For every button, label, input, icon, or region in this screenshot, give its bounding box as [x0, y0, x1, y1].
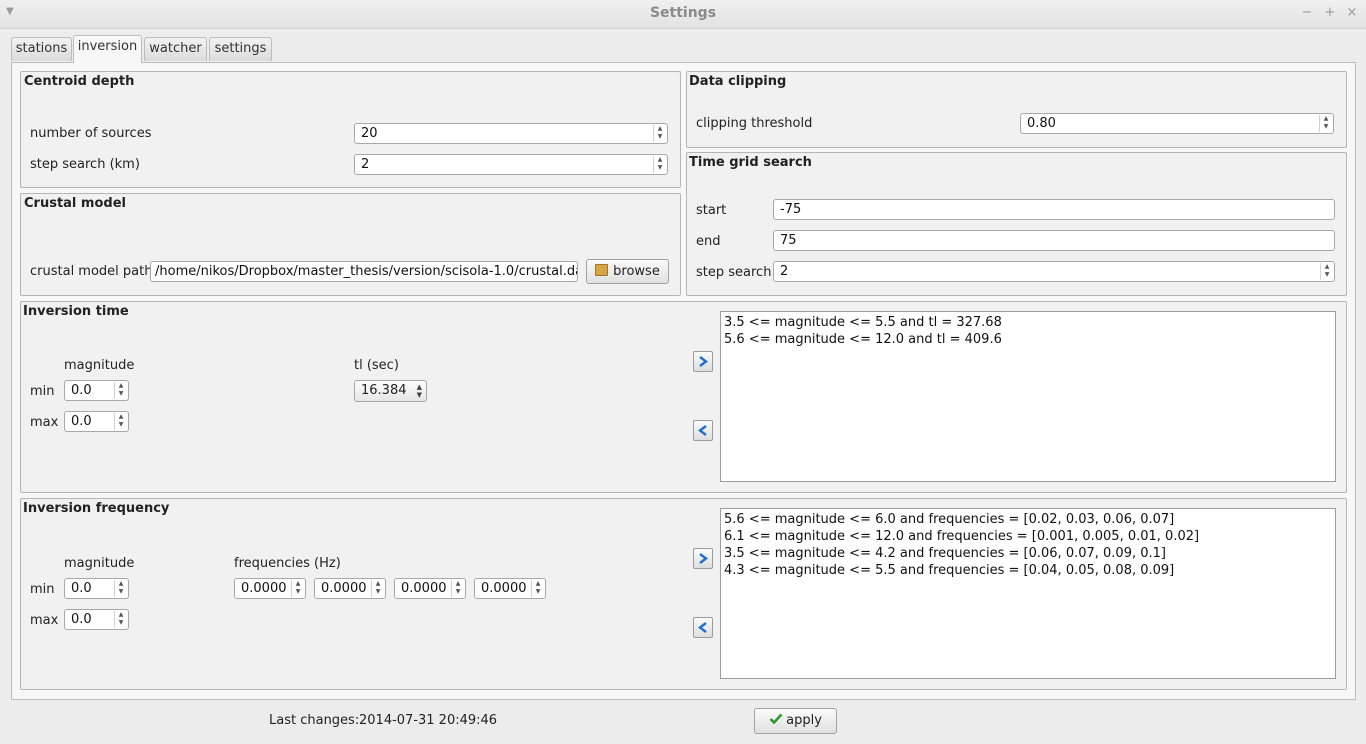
frequency-2-value: 0.0000 [321, 581, 367, 596]
freq-magnitude-min-value: 0.0 [71, 581, 92, 596]
crustal-model-path-label: crustal model path [30, 264, 153, 279]
spin-arrows-icon[interactable]: ▲ ▼ [451, 580, 464, 597]
add-frequency-rule-button[interactable] [693, 548, 713, 569]
time-grid-search-title: Time grid search [689, 155, 812, 170]
spin-arrows-icon[interactable]: ▲ ▼ [114, 611, 127, 628]
list-item[interactable]: 4.3 <= magnitude <= 5.5 and frequencies … [724, 562, 1332, 579]
arrow-left-icon [698, 622, 707, 633]
crustal-model-title: Crustal model [24, 196, 126, 211]
frequency-4-spinbox[interactable]: 0.0000 ▲ ▼ [474, 578, 546, 599]
browse-label: browse [613, 264, 660, 279]
arrow-right-icon [699, 553, 708, 564]
tab-inversion[interactable]: inversion [73, 35, 142, 63]
frequency-1-value: 0.0000 [241, 581, 287, 596]
checkmark-icon [769, 713, 783, 725]
min-label: min [30, 582, 55, 597]
arrow-left-icon [698, 425, 707, 436]
frequency-2-spinbox[interactable]: 0.0000 ▲ ▼ [314, 578, 386, 599]
list-item[interactable]: 6.1 <= magnitude <= 12.0 and frequencies… [724, 528, 1332, 545]
max-label: max [30, 613, 59, 628]
remove-time-rule-button[interactable] [693, 420, 713, 441]
list-item[interactable]: 3.5 <= magnitude <= 5.5 and tl = 327.68 [724, 314, 1332, 331]
magnitude-label: magnitude [64, 556, 135, 571]
tab-settings[interactable]: settings [209, 37, 272, 61]
clipping-threshold-label: clipping threshold [696, 116, 813, 131]
data-clipping-title: Data clipping [689, 74, 787, 89]
frequency-4-value: 0.0000 [481, 581, 527, 596]
freq-magnitude-max-value: 0.0 [71, 612, 92, 627]
magnitude-max-value: 0.0 [71, 414, 92, 429]
list-item[interactable]: 5.6 <= magnitude <= 6.0 and frequencies … [724, 511, 1332, 528]
tab-stations[interactable]: stations [11, 37, 72, 61]
end-label: end [696, 234, 721, 249]
start-label: start [696, 203, 727, 218]
spin-arrows-icon[interactable]: ▲ ▼ [114, 580, 127, 597]
combo-arrows-icon: ▲ ▼ [416, 383, 422, 399]
spin-arrows-icon[interactable]: ▲ ▼ [531, 580, 544, 597]
list-item[interactable]: 3.5 <= magnitude <= 4.2 and frequencies … [724, 545, 1332, 562]
inversion-frequency-rules-list[interactable]: 5.6 <= magnitude <= 6.0 and frequencies … [720, 508, 1336, 679]
spin-arrows-icon[interactable]: ▲ ▼ [114, 413, 127, 430]
apply-button[interactable]: apply [754, 708, 837, 734]
close-icon[interactable]: × [1345, 5, 1359, 20]
freq-magnitude-min-spinbox[interactable]: 0.0 ▲ ▼ [64, 578, 129, 599]
magnitude-label: magnitude [64, 358, 135, 373]
remove-frequency-rule-button[interactable] [693, 617, 713, 638]
end-input[interactable]: 75 [773, 230, 1335, 251]
number-of-sources-value: 20 [361, 126, 378, 141]
spin-arrows-icon[interactable]: ▲ ▼ [1319, 115, 1332, 132]
step-search-km-spinbox[interactable]: 2 ▲ ▼ [354, 154, 668, 175]
max-label: max [30, 415, 59, 430]
number-of-sources-spinbox[interactable]: 20 ▲ ▼ [354, 123, 668, 144]
number-of-sources-label: number of sources [30, 126, 152, 141]
tl-value: 16.384 [361, 383, 407, 398]
window-title: Settings [649, 5, 717, 21]
start-input[interactable]: -75 [773, 199, 1335, 220]
list-item[interactable]: 5.6 <= magnitude <= 12.0 and tl = 409.6 [724, 331, 1332, 348]
apply-label: apply [786, 713, 822, 728]
clipping-threshold-spinbox[interactable]: 0.80 ▲ ▼ [1020, 113, 1334, 134]
spin-arrows-icon[interactable]: ▲ ▼ [653, 125, 666, 142]
inversion-time-rules-list[interactable]: 3.5 <= magnitude <= 5.5 and tl = 327.68 … [720, 311, 1336, 482]
frequency-3-value: 0.0000 [401, 581, 447, 596]
spin-arrows-icon[interactable]: ▲ ▼ [114, 382, 127, 399]
spin-arrows-icon[interactable]: ▲ ▼ [1320, 263, 1333, 280]
crustal-model-path-input[interactable]: /home/nikos/Dropbox/master_thesis/versio… [150, 261, 578, 282]
inversion-frequency-title: Inversion frequency [23, 501, 170, 516]
spin-arrows-icon[interactable]: ▲ ▼ [653, 156, 666, 173]
frequency-3-spinbox[interactable]: 0.0000 ▲ ▼ [394, 578, 466, 599]
step-search-value: 2 [780, 264, 789, 279]
step-search-km-value: 2 [361, 157, 370, 172]
last-changes-value: 2014-07-31 20:49:46 [359, 713, 498, 728]
arrow-right-icon [699, 356, 708, 367]
minimize-icon[interactable]: − [1300, 5, 1314, 20]
magnitude-min-spinbox[interactable]: 0.0 ▲ ▼ [64, 380, 129, 401]
add-time-rule-button[interactable] [693, 351, 713, 372]
tl-sec-label: tl (sec) [354, 358, 399, 373]
browse-button[interactable]: browse [586, 259, 669, 284]
step-search-label: step search [696, 265, 772, 280]
last-changes-label: Last changes: [269, 713, 360, 728]
tab-watcher[interactable]: watcher [144, 37, 207, 61]
centroid-depth-title: Centroid depth [24, 74, 135, 89]
min-label: min [30, 384, 55, 399]
spin-arrows-icon[interactable]: ▲ ▼ [371, 580, 384, 597]
folder-icon [595, 264, 609, 276]
spin-arrows-icon[interactable]: ▲ ▼ [291, 580, 304, 597]
step-search-spinbox[interactable]: 2 ▲ ▼ [773, 261, 1335, 282]
frequency-1-spinbox[interactable]: 0.0000 ▲ ▼ [234, 578, 306, 599]
magnitude-min-value: 0.0 [71, 383, 92, 398]
tl-select[interactable]: 16.384 ▲ ▼ [354, 380, 427, 402]
magnitude-max-spinbox[interactable]: 0.0 ▲ ▼ [64, 411, 129, 432]
step-search-km-label: step search (km) [30, 157, 140, 172]
maximize-icon[interactable]: + [1323, 5, 1337, 20]
inversion-time-title: Inversion time [23, 304, 129, 319]
frequencies-hz-label: frequencies (Hz) [234, 556, 341, 571]
clipping-threshold-value: 0.80 [1027, 116, 1056, 131]
freq-magnitude-max-spinbox[interactable]: 0.0 ▲ ▼ [64, 609, 129, 630]
